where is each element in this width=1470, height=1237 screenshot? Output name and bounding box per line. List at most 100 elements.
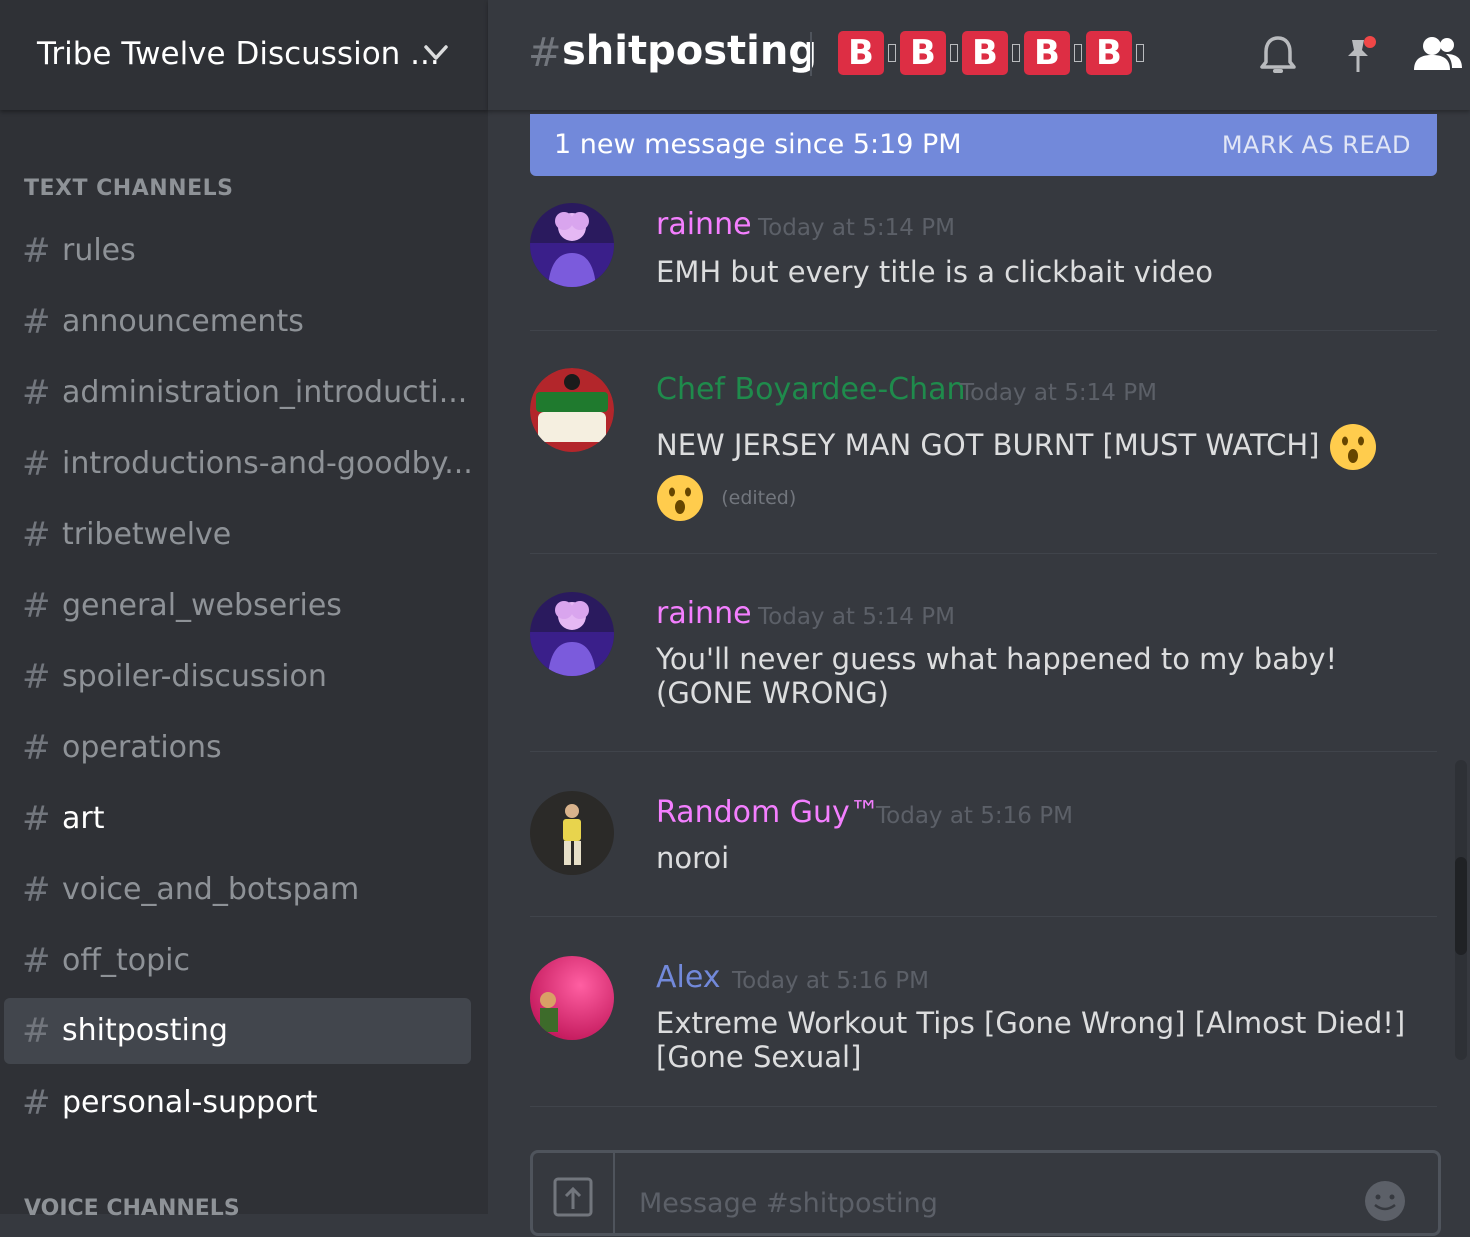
voice-channels-header[interactable]: VOICE CHANNELS: [24, 1196, 240, 1221]
topic-letter: B: [1024, 31, 1070, 75]
message: rainne Today at 5:14 PM You'll never gue…: [530, 592, 1437, 732]
hash-icon: #: [22, 515, 51, 555]
topic-separator: [1074, 44, 1082, 62]
channel-name: off_topic: [62, 943, 191, 978]
channel-name: operations: [62, 730, 222, 765]
topic-separator: [888, 44, 896, 62]
channel-art[interactable]: # art: [4, 786, 471, 852]
hash-icon: #: [22, 231, 51, 271]
avatar[interactable]: [530, 203, 614, 287]
message-content: NEW JERSEY MAN GOT BURNT [MUST WATCH] (e…: [656, 420, 1396, 523]
hushed-face-icon: [657, 475, 703, 521]
text-channels-header[interactable]: TEXT CHANNELS: [24, 176, 233, 201]
message-author[interactable]: Chef Boyardee-Chan: [656, 372, 966, 407]
server-header[interactable]: Tribe Twelve Discussion ...: [0, 0, 488, 110]
message-text: NEW JERSEY MAN GOT BURNT [MUST WATCH]: [656, 428, 1320, 462]
channel-introductions-and-goodbyes[interactable]: # introductions-and-goodby...: [4, 431, 473, 497]
message: Chef Boyardee-Chan Today at 5:14 PM NEW …: [530, 368, 1437, 528]
topic-letter: B: [1086, 31, 1132, 75]
channel-name: general_webseries: [62, 588, 342, 623]
topic-letter: B: [900, 31, 946, 75]
hash-icon: #: [22, 444, 51, 484]
edited-label: (edited): [721, 487, 797, 509]
upload-button[interactable]: [533, 1153, 615, 1233]
channel-spoiler-discussion[interactable]: # spoiler-discussion: [4, 644, 471, 710]
message-author[interactable]: Alex: [656, 960, 721, 995]
topic-letter: B: [962, 31, 1008, 75]
channel-title: shitposting: [562, 28, 817, 74]
members-icon[interactable]: [1412, 34, 1464, 74]
message-divider: [530, 751, 1437, 752]
channel-tribetwelve[interactable]: # tribetwelve: [4, 502, 471, 568]
avatar[interactable]: [530, 956, 614, 1040]
channel-name: tribetwelve: [62, 517, 232, 552]
emoji-picker-icon[interactable]: [1363, 1179, 1407, 1223]
server-name[interactable]: Tribe Twelve Discussion ...: [37, 36, 440, 72]
bell-icon[interactable]: [1258, 34, 1298, 76]
channel-announcements[interactable]: # announcements: [4, 289, 471, 355]
message-composer: [530, 1150, 1441, 1236]
new-messages-text: 1 new message since 5:19 PM: [554, 129, 962, 160]
channel-name: art: [62, 801, 105, 836]
pin-icon[interactable]: [1340, 34, 1380, 76]
channel-personal-support[interactable]: # personal-support: [4, 1070, 471, 1136]
hash-icon: #: [22, 373, 51, 413]
topic-separator: [1012, 44, 1020, 62]
topic-separator: [950, 44, 958, 62]
channel-name: rules: [62, 233, 136, 268]
header-divider: [810, 32, 812, 76]
channel-shitposting[interactable]: # shitposting: [4, 998, 471, 1064]
topic-letter: B: [838, 31, 884, 75]
channel-off-topic[interactable]: # off_topic: [4, 928, 471, 994]
message-timestamp: Today at 5:16 PM: [732, 968, 929, 994]
message-timestamp: Today at 5:16 PM: [876, 803, 1073, 829]
hash-icon: #: [22, 586, 51, 626]
message-timestamp: Today at 5:14 PM: [960, 380, 1157, 406]
message-divider: [530, 916, 1437, 917]
avatar[interactable]: [530, 368, 614, 452]
avatar[interactable]: [530, 791, 614, 875]
scrollbar-thumb[interactable]: [1455, 857, 1467, 955]
message-divider: [530, 330, 1437, 331]
channel-administration-introductions[interactable]: # administration_introducti...: [4, 360, 471, 426]
message: Random Guy™ Today at 5:16 PM noroi: [530, 791, 1437, 901]
message-content: EMH but every title is a clickbait video: [656, 255, 1214, 289]
message-timestamp: Today at 5:14 PM: [758, 215, 955, 241]
hash-icon: #: [22, 799, 51, 839]
message: rainne Today at 5:14 PM EMH but every ti…: [530, 203, 1437, 313]
topic-separator: [1136, 44, 1144, 62]
channel-general-webseries[interactable]: # general_webseries: [4, 573, 471, 639]
channel-topic: B B B B B: [838, 31, 1148, 75]
hash-icon: #: [22, 1011, 51, 1051]
channel-rules[interactable]: # rules: [4, 218, 471, 284]
new-messages-bar[interactable]: 1 new message since 5:19 PM MARK AS READ: [530, 114, 1437, 176]
message-input[interactable]: [637, 1187, 1321, 1220]
channel-operations[interactable]: # operations: [4, 715, 471, 781]
avatar[interactable]: [530, 592, 614, 676]
channel-name: administration_introducti...: [62, 375, 468, 410]
message-author[interactable]: Random Guy™: [656, 795, 880, 830]
hash-icon: #: [528, 30, 562, 76]
message-author[interactable]: rainne: [656, 596, 752, 631]
mark-as-read-button[interactable]: MARK AS READ: [1222, 131, 1411, 159]
chevron-down-icon[interactable]: [422, 42, 450, 64]
channel-voice-and-botspam[interactable]: # voice_and_botspam: [4, 857, 471, 923]
hash-icon: #: [22, 941, 51, 981]
channel-name: spoiler-discussion: [62, 659, 327, 694]
channel-name: introductions-and-goodby...: [62, 446, 473, 481]
upload-icon: [553, 1177, 593, 1217]
hushed-face-icon: [1329, 424, 1376, 470]
message-content: Extreme Workout Tips [Gone Wrong] [Almos…: [656, 1006, 1406, 1074]
message-timestamp: Today at 5:14 PM: [758, 604, 955, 630]
channel-header: # shitposting B B B B B: [488, 0, 1470, 110]
hash-icon: #: [22, 657, 51, 697]
message-divider: [530, 1106, 1437, 1107]
hash-icon: #: [22, 728, 51, 768]
message-divider: [530, 553, 1437, 554]
hash-icon: #: [22, 302, 51, 342]
channel-name: announcements: [62, 304, 304, 339]
channel-name: shitposting: [62, 1013, 228, 1048]
channel-sidebar: Tribe Twelve Discussion ... TEXT CHANNEL…: [0, 0, 488, 1221]
message-content: noroi: [656, 841, 730, 875]
message-author[interactable]: rainne: [656, 207, 752, 242]
